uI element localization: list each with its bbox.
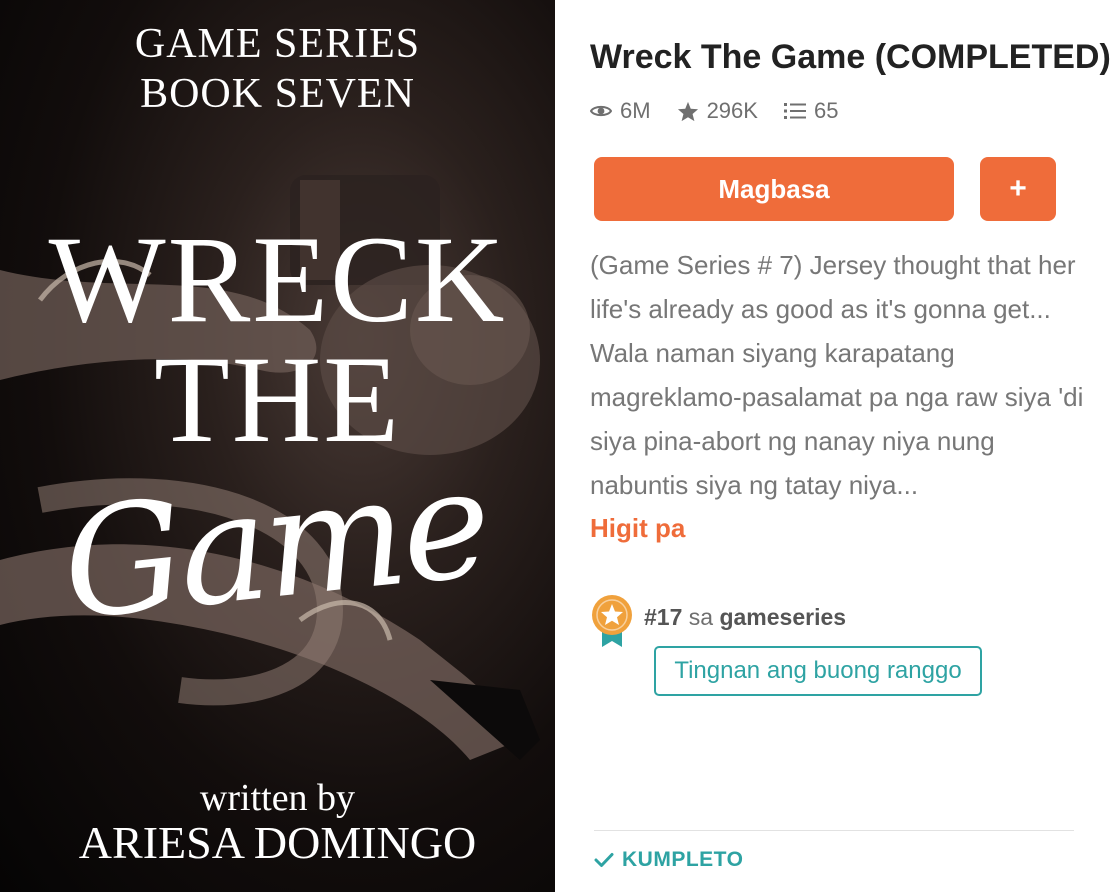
check-icon [594, 853, 614, 867]
completed-status: KUMPLETO [594, 848, 743, 872]
divider [594, 830, 1074, 831]
book-cover[interactable]: GAME SERIES BOOK SEVEN WRECK THE Game wr… [0, 0, 555, 892]
add-to-library-button[interactable]: + [980, 157, 1056, 221]
story-info-panel: Wreck The Game (COMPLETED) 6M 296K 65 Ma… [590, 0, 1111, 892]
cover-series-line2: BOOK SEVEN [140, 71, 415, 117]
votes-count: 296K [706, 98, 758, 123]
star-icon [677, 101, 698, 121]
read-more-link[interactable]: Higit pa [590, 506, 685, 550]
story-stats: 6M 296K 65 [590, 98, 864, 124]
story-title: Wreck The Game (COMPLETED) [590, 38, 1111, 76]
rank-tag: gameseries [719, 604, 847, 630]
cover-author: ARIESA DOMINGO [78, 817, 477, 868]
cover-written-by: written by [199, 777, 356, 819]
rank-number: #17 [644, 604, 683, 630]
cover-series-line1: GAME SERIES [134, 21, 421, 67]
parts-stat: 65 [783, 98, 839, 124]
view-ranking-button[interactable]: Tingnan ang buong ranggo [654, 646, 982, 696]
votes-stat: 296K [677, 98, 758, 124]
ranking-text[interactable]: #17 sa gameseries [644, 604, 846, 631]
completed-label: KUMPLETO [622, 848, 744, 871]
rank-connector: sa [682, 604, 720, 630]
eye-icon [590, 105, 612, 117]
ribbon-star-icon [592, 595, 632, 647]
cover-title-script: Game [54, 436, 496, 654]
story-description: (Game Series # 7) Jersey thought that he… [590, 250, 1084, 500]
parts-count: 65 [813, 98, 839, 123]
list-icon [783, 103, 806, 119]
cover-title-word1: WRECK [48, 211, 507, 348]
read-button[interactable]: Magbasa [594, 157, 954, 221]
reads-count: 6M [620, 98, 651, 123]
reads-stat: 6M [590, 98, 651, 124]
